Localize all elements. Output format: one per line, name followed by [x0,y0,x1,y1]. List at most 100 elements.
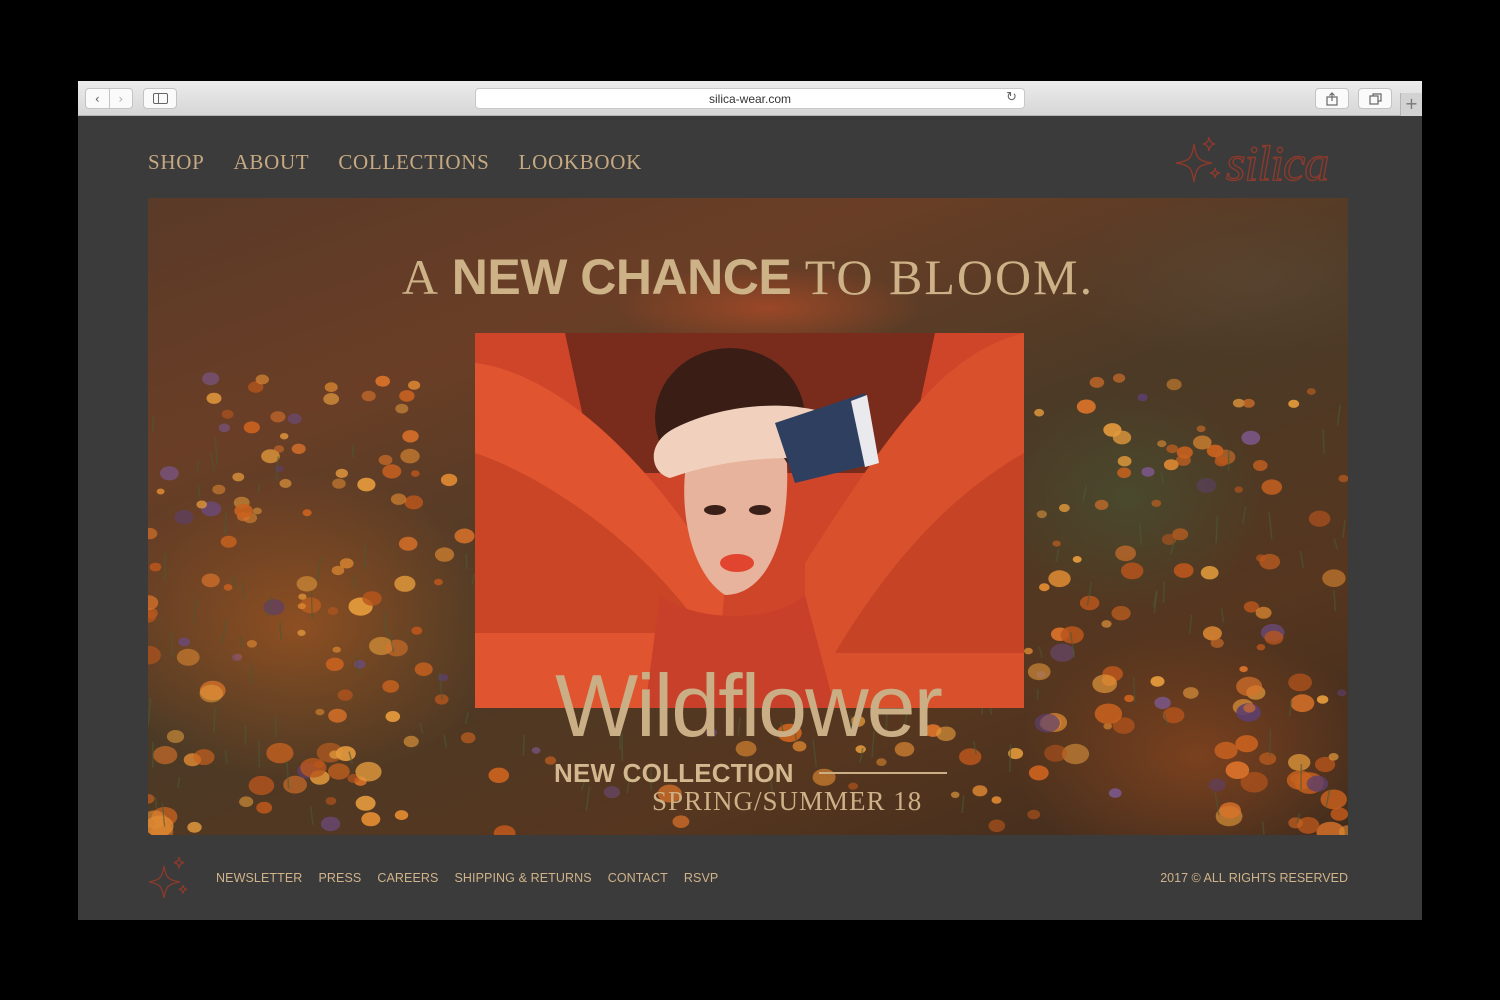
back-button[interactable]: ‹ [86,89,109,108]
poppy-bloom [1079,595,1100,611]
poppy-bloom [148,527,158,540]
lupine-bloom [1196,478,1217,493]
lupine-bloom [174,509,194,525]
poppy-bloom [201,573,220,588]
address-bar[interactable]: silica-wear.com ↻ [475,88,1025,109]
lupine-bloom [274,465,284,473]
footer-newsletter[interactable]: NEWSLETTER [216,871,302,885]
poppy-bloom [1288,754,1311,771]
poppy-bloom [398,536,418,551]
poppy-bloom [1157,440,1167,448]
poppy-bloom [1234,486,1243,493]
sparkle-icon [1175,136,1221,183]
silica-logo[interactable]: silica [1172,134,1350,188]
footer-contact[interactable]: CONTACT [608,871,668,885]
poppy-bloom [243,421,260,434]
poppy-bloom [148,595,159,611]
hero-banner[interactable]: A NEW CHANCE TO BLOOM. Wildflower NEW CO… [148,198,1348,835]
poppy-bloom [323,393,340,405]
grass-blade [214,437,218,464]
grass-blade [221,618,228,643]
share-button[interactable] [1315,88,1349,109]
poppy-bloom [1214,456,1229,467]
poppy-bloom [298,593,307,600]
grass-blade [1261,821,1265,835]
poppy-bloom [493,825,516,835]
poppy-bloom [297,629,306,636]
poppy-bloom [1330,807,1348,821]
poppy-bloom [255,374,269,385]
poppy-bloom [223,584,233,591]
poppy-bloom [1039,583,1050,592]
nav-shop[interactable]: SHOP [148,150,205,175]
hero-headline: A NEW CHANCE TO BLOOM. [148,248,1348,306]
poppy-bloom [1193,435,1212,450]
poppy-bloom [1338,474,1348,483]
footer-press[interactable]: PRESS [318,871,361,885]
nav-lookbook[interactable]: LOOKBOOK [519,150,642,175]
poppy-bloom [1121,562,1144,580]
poppy-bloom [1320,789,1347,810]
poppy-bloom [331,565,345,576]
poppy-bloom [357,477,376,492]
grass-blade [193,598,198,624]
poppy-bloom [324,382,338,393]
poppy-bloom [296,576,318,592]
poppy-bloom [1101,620,1112,628]
grass-blade [1189,615,1193,634]
new-tab-button[interactable]: + [1400,93,1422,116]
poppy-bloom [394,810,409,821]
poppy-bloom [390,493,407,505]
grass-blade [197,484,201,499]
poppy-bloom [335,468,348,478]
grass-blade [1300,763,1303,791]
poppy-bloom [187,821,202,833]
poppy-bloom [1094,499,1109,510]
poppy-bloom [1219,802,1241,819]
grass-blade [1336,404,1341,426]
poppy-bloom [1166,444,1179,454]
poppy-bloom [221,409,234,419]
grass-blade [151,416,155,433]
chevron-left-icon: ‹ [94,91,100,106]
lupine-bloom [218,423,230,433]
poppy-bloom [1210,638,1224,648]
footer-careers[interactable]: CAREERS [377,871,438,885]
poppy-bloom [1288,817,1303,829]
poppy-bloom [385,639,408,657]
poppy-bloom [149,562,162,572]
poppy-bloom [402,430,419,443]
grass-blade [383,609,387,634]
nav-about[interactable]: ABOUT [234,150,310,175]
nav-collections[interactable]: COLLECTIONS [338,150,489,175]
lupine-bloom [287,413,302,425]
history-nav: ‹ › [85,88,133,109]
grass-blade [231,575,237,589]
poppy-bloom [148,794,155,804]
poppy-bloom [1288,399,1300,408]
grass-blade [1160,472,1164,484]
lupine-bloom [1306,775,1329,792]
lupine-bloom [1108,788,1122,798]
poppy-bloom [1308,510,1331,527]
chevron-right-icon: › [118,91,124,106]
poppy-bloom [355,761,382,782]
lupine-bloom [1137,393,1148,402]
grass-blade [1139,524,1142,546]
headline-bold: NEW CHANCE [451,249,792,305]
grass-blade [1220,608,1225,623]
reload-icon[interactable]: ↻ [1006,90,1017,105]
footer-shipping-returns[interactable]: SHIPPING & RETURNS [454,871,591,885]
poppy-bloom [156,488,165,495]
poppy-bloom [1034,408,1045,417]
lupine-bloom [320,816,341,832]
poppy-bloom [332,478,346,489]
footer-rsvp[interactable]: RSVP [684,871,718,885]
poppy-bloom [273,445,285,453]
sidebar-button[interactable] [143,88,177,109]
poppy-bloom [1256,644,1266,651]
forward-button[interactable]: › [108,89,133,108]
poppy-bloom [1115,545,1136,562]
grass-blade [1333,589,1337,612]
tabs-overview-button[interactable] [1358,88,1392,109]
